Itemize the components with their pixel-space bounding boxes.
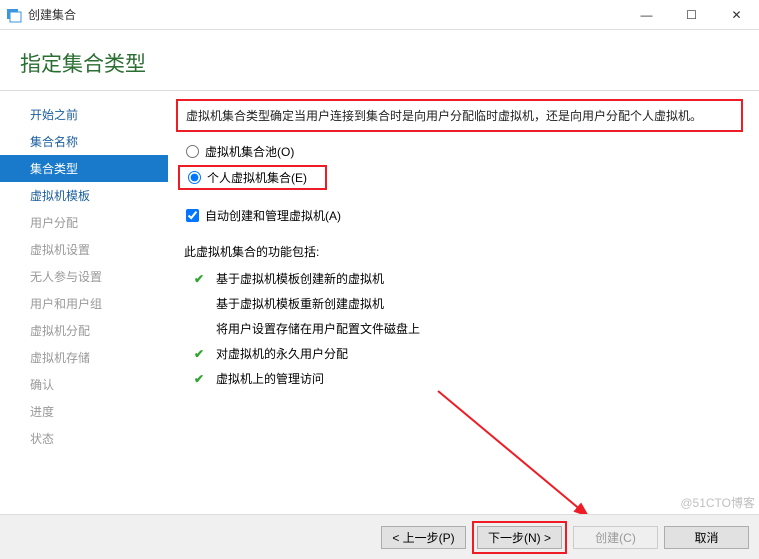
minimize-button[interactable]: —: [624, 0, 669, 30]
page-title: 指定集合类型: [0, 30, 759, 90]
sidebar-step-1[interactable]: 集合名称: [0, 128, 168, 155]
wizard-footer: < 上一步(P) 下一步(N) > 创建(C) 取消: [0, 514, 759, 559]
feature-item-4: ✔ 虚拟机上的管理访问: [194, 366, 743, 391]
sidebar-step-7: 用户和用户组: [0, 290, 168, 317]
sidebar-step-6: 无人参与设置: [0, 263, 168, 290]
radio-personal-highlight: 个人虚拟机集合(E): [178, 165, 327, 190]
sidebar-step-5: 虚拟机设置: [0, 236, 168, 263]
next-button-highlight: 下一步(N) >: [472, 521, 567, 554]
main-panel: 虚拟机集合类型确定当用户连接到集合时是向用户分配临时虚拟机，还是向用户分配个人虚…: [168, 91, 759, 517]
maximize-button[interactable]: ☐: [669, 0, 714, 30]
description-text: 虚拟机集合类型确定当用户连接到集合时是向用户分配临时虚拟机，还是向用户分配个人虚…: [186, 109, 702, 123]
feature-list: ✔ 基于虚拟机模板创建新的虚拟机基于虚拟机模板重新创建虚拟机将用户设置存储在用户配…: [176, 266, 743, 391]
sidebar-step-11: 进度: [0, 398, 168, 425]
sidebar-step-2[interactable]: 集合类型: [0, 155, 168, 182]
sidebar-step-12: 状态: [0, 425, 168, 452]
sidebar-step-0[interactable]: 开始之前: [0, 101, 168, 128]
content-area: 开始之前集合名称集合类型虚拟机模板用户分配虚拟机设置无人参与设置用户和用户组虚拟…: [0, 91, 759, 517]
feature-text: 对虚拟机的永久用户分配: [216, 345, 348, 362]
radio-pool-input[interactable]: [186, 145, 199, 158]
create-button[interactable]: 创建(C): [573, 526, 658, 549]
sidebar-step-3[interactable]: 虚拟机模板: [0, 182, 168, 209]
wizard-sidebar: 开始之前集合名称集合类型虚拟机模板用户分配虚拟机设置无人参与设置用户和用户组虚拟…: [0, 91, 168, 517]
description-highlight: 虚拟机集合类型确定当用户连接到集合时是向用户分配临时虚拟机，还是向用户分配个人虚…: [176, 99, 743, 132]
sidebar-step-4: 用户分配: [0, 209, 168, 236]
radio-personal-input[interactable]: [188, 171, 201, 184]
checkbox-auto-input[interactable]: [186, 209, 199, 222]
radio-pool-label: 虚拟机集合池(O): [205, 143, 294, 160]
sidebar-step-8: 虚拟机分配: [0, 317, 168, 344]
feature-item-3: ✔ 对虚拟机的永久用户分配: [194, 341, 743, 366]
sidebar-step-9: 虚拟机存储: [0, 344, 168, 371]
prev-button[interactable]: < 上一步(P): [381, 526, 466, 549]
watermark: @51CTO博客: [680, 494, 755, 511]
cancel-button[interactable]: 取消: [664, 526, 749, 549]
feature-item-2: 将用户设置存储在用户配置文件磁盘上: [194, 316, 743, 341]
next-button[interactable]: 下一步(N) >: [477, 526, 562, 549]
titlebar: 创建集合 — ☐ ✕: [0, 0, 759, 30]
check-icon: ✔: [194, 347, 208, 361]
check-icon: ✔: [194, 272, 208, 286]
annotation-arrow: [428, 381, 608, 531]
feature-text: 基于虚拟机模板创建新的虚拟机: [216, 270, 384, 287]
feature-item-1: 基于虚拟机模板重新创建虚拟机: [194, 291, 743, 316]
feature-text: 基于虚拟机模板重新创建虚拟机: [216, 295, 384, 312]
close-button[interactable]: ✕: [714, 0, 759, 30]
radio-personal-label: 个人虚拟机集合(E): [207, 169, 307, 186]
feature-item-0: ✔ 基于虚拟机模板创建新的虚拟机: [194, 266, 743, 291]
radio-pool[interactable]: 虚拟机集合池(O): [176, 140, 743, 163]
window-title: 创建集合: [28, 6, 624, 23]
check-icon: ✔: [194, 372, 208, 386]
feature-text: 虚拟机上的管理访问: [216, 370, 324, 387]
feature-text: 将用户设置存储在用户配置文件磁盘上: [216, 320, 420, 337]
sidebar-step-10: 确认: [0, 371, 168, 398]
features-heading: 此虚拟机集合的功能包括:: [176, 227, 743, 266]
checkbox-auto[interactable]: 自动创建和管理虚拟机(A): [176, 204, 743, 227]
app-icon: [6, 7, 22, 23]
checkbox-auto-label: 自动创建和管理虚拟机(A): [205, 207, 341, 224]
